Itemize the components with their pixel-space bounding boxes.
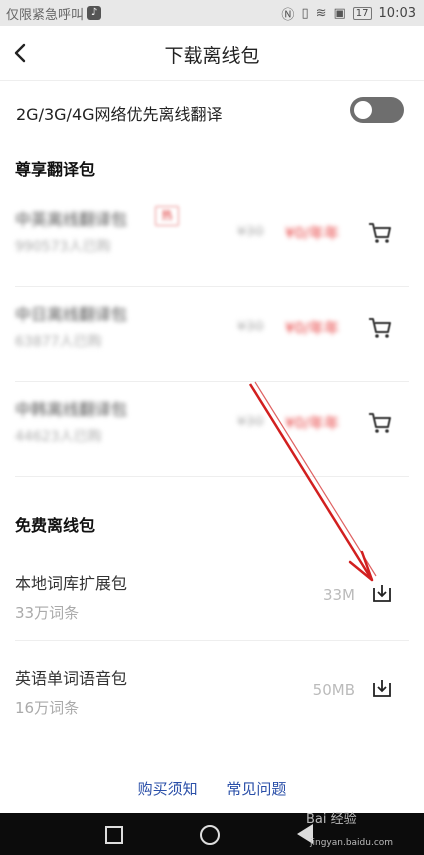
free-pack-row[interactable]: 英语单词语音包 16万词条 50MB [15,641,409,735]
premium-section-title: 尊享翻译包 [15,160,96,179]
sale-price: ¥0/年年 [285,414,340,432]
original-price: ¥30 [237,414,264,430]
toggle-knob [354,101,372,119]
sim-icon: ▣ [333,5,346,21]
pack-name: 中日离线翻译包 [15,305,128,324]
download-icon[interactable] [371,677,393,699]
original-price: ¥30 [237,319,264,335]
network-pref-toggle[interactable] [350,97,404,123]
status-left: 仅限紧急呼叫 ♪ [6,4,102,23]
app-header: 下载离线包 [0,26,424,81]
free-pack-row[interactable]: 本地词库扩展包 33万词条 33M [15,546,409,641]
sale-price: ¥0/年年 [285,224,340,242]
faq-link[interactable]: 常见问题 [226,780,286,798]
home-icon[interactable] [200,825,220,845]
sale-price: ¥0/年年 [285,319,340,337]
pack-entries: 16万词条 [15,699,80,717]
premium-pack-row[interactable]: 中日离线翻译包 63877人已购 ¥30 ¥0/年年 [15,287,409,382]
nfc-icon: Ⓝ [281,7,295,23]
cart-icon[interactable] [367,315,393,341]
premium-pack-row[interactable]: 中韩离线翻译包 44623人已购 ¥30 ¥0/年年 [15,382,409,477]
pack-buyers: 44623人已购 [15,429,102,445]
premium-pack-row[interactable]: 中英离线翻译包 热 990573人已购 ¥30 ¥0/年年 [15,192,409,287]
system-nav-bar [0,813,424,855]
carrier-status: 仅限紧急呼叫 [6,7,85,23]
pack-name: 中韩离线翻译包 [15,400,128,419]
cart-icon[interactable] [367,220,393,246]
purchase-notice-link[interactable]: 购买须知 [138,780,198,798]
status-right: Ⓝ ▯ ≋ ▣ 17 10:03 [281,4,416,23]
network-pref-label: 2G/3G/4G网络优先离线翻译 [16,105,223,124]
pack-size: 33M [322,586,355,604]
watermark-brand: Bai 经验 [306,812,357,827]
pack-entries: 33万词条 [15,604,80,622]
cart-icon[interactable] [367,410,393,436]
recent-apps-icon[interactable] [105,826,123,844]
pack-size: 50MB [312,681,355,699]
pack-name: 本地词库扩展包 [15,574,128,593]
hot-badge: 热 [155,206,179,226]
battery-icon: 17 [352,6,372,20]
clock: 10:03 [378,5,416,21]
wifi-icon: ≋ [315,5,327,21]
original-price: ¥30 [237,224,264,240]
footer-links: 购买须知 常见问题 [0,778,424,799]
free-section-title: 免费离线包 [15,516,96,535]
status-bar: 仅限紧急呼叫 ♪ Ⓝ ▯ ≋ ▣ 17 10:03 [0,0,424,26]
pack-buyers: 63877人已购 [15,334,102,350]
pack-name: 中英离线翻译包 [15,210,128,229]
pack-name: 英语单词语音包 [15,669,128,688]
watermark-url: jingyan.baidu.com [310,838,394,848]
tiktok-icon: ♪ [87,6,102,20]
page-title: 下载离线包 [164,45,260,67]
pack-buyers: 990573人已购 [15,239,111,255]
download-icon[interactable] [371,582,393,604]
vibrate-icon: ▯ [301,5,309,21]
